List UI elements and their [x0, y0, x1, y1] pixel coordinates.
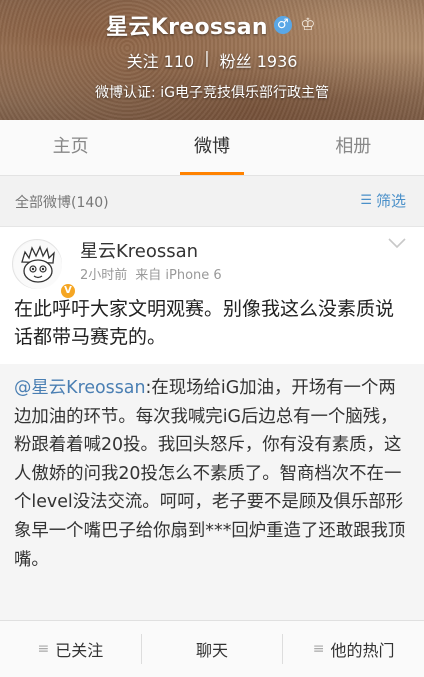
repost-box[interactable]: @星云Kreossan:在现场给iG加油，开场有一个两边加油的环节。每次我喊完i… — [0, 364, 424, 621]
fans-label: 粉丝 — [219, 52, 252, 71]
crown-icon[interactable]: ♔ — [298, 15, 318, 35]
fans-stat[interactable]: 粉丝 1936 — [220, 48, 298, 72]
post-time: 2小时前 — [80, 268, 128, 283]
menu-icon: ≡ — [37, 641, 50, 657]
following-count: 110 — [163, 52, 195, 71]
stats-separator: | — [204, 48, 210, 67]
followed-button[interactable]: ≡ 已关注 — [0, 634, 141, 664]
tab-album[interactable]: 相册 — [283, 120, 424, 175]
post-card[interactable]: V 星云Kreossan 2小时前 来自 iPhone 6 在此呼吁大家文明观赛… — [0, 226, 424, 621]
repost-text: :在现场给iG加油，开场有一个两边加油的环节。每次我喊完iG后边总有一个脑残，粉… — [14, 378, 406, 570]
filter-button[interactable]: ☰ 筛选 — [360, 190, 406, 211]
post-meta: 2小时前 来自 iPhone 6 — [80, 264, 222, 283]
profile-tabs: 主页 微博 相册 — [0, 120, 424, 176]
fans-count: 1936 — [256, 52, 298, 71]
post-text: 在此呼吁大家文明观赛。别像我这么没素质说话都带马赛克的。 — [14, 298, 395, 348]
avatar[interactable]: V — [12, 239, 77, 300]
filter-bar: 全部微博(140) ☰ 筛选 — [0, 176, 424, 226]
profile-cover: 星云Kreossan ♂ ♔ 关注 110 | 粉丝 1936 微博认证: iG… — [0, 0, 424, 120]
verification-text: 微博认证: iG电子竞技俱乐部行政主管 — [95, 85, 329, 101]
bottom-toolbar: ≡ 已关注 聊天 ≡ 他的热门 — [0, 620, 424, 677]
chevron-down-icon[interactable] — [388, 237, 406, 249]
avatar-image — [14, 241, 62, 289]
tab-weibo[interactable]: 微博 — [141, 120, 282, 175]
profile-stats: 关注 110 | 粉丝 1936 — [0, 48, 424, 72]
repost-mention-link[interactable]: @星云Kreossan — [14, 378, 145, 398]
profile-name: 星云Kreossan — [106, 15, 268, 40]
all-posts-count: 全部微博(140) — [15, 195, 109, 211]
filter-label: 筛选 — [375, 192, 406, 210]
male-gender-icon: ♂ — [273, 16, 292, 34]
profile-header: 星云Kreossan ♂ ♔ 关注 110 | 粉丝 1936 微博认证: iG… — [0, 0, 424, 120]
post-author[interactable]: 星云Kreossan — [80, 237, 198, 263]
menu-icon: ≡ — [312, 641, 325, 657]
following-stat[interactable]: 关注 110 — [127, 48, 195, 72]
filter-icon: ☰ — [360, 193, 372, 208]
following-label: 关注 — [126, 52, 159, 71]
post-source: 来自 iPhone 6 — [135, 268, 222, 283]
hot-posts-label: 他的热门 — [330, 641, 395, 660]
tab-home[interactable]: 主页 — [0, 120, 141, 175]
chat-label: 聊天 — [196, 641, 229, 660]
chat-button[interactable]: 聊天 — [140, 634, 283, 664]
profile-name-row: 星云Kreossan ♂ ♔ — [0, 9, 424, 41]
hot-posts-button[interactable]: ≡ 他的热门 — [282, 634, 424, 664]
followed-label: 已关注 — [55, 641, 104, 660]
